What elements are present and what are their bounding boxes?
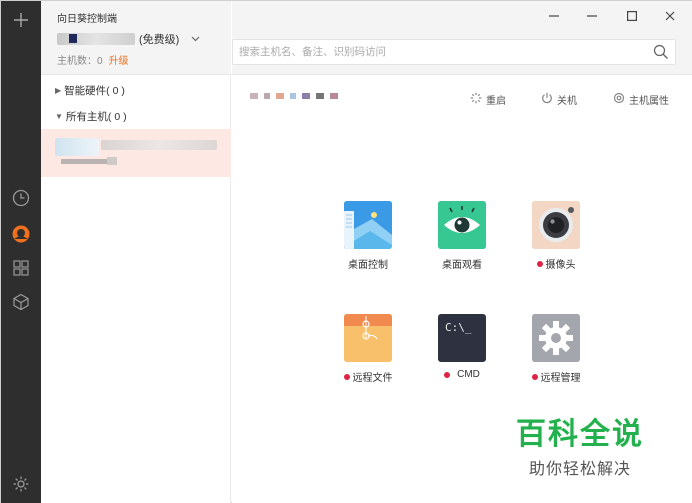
host-name-redacted [101, 140, 217, 150]
host-status-redacted [107, 157, 117, 165]
tile-label-text: 桌面控制 [348, 260, 388, 271]
clock-icon[interactable] [10, 187, 32, 209]
tile-label-text: CMD [457, 369, 480, 380]
search-box [232, 39, 676, 65]
status-dot [531, 373, 538, 380]
watermark-subtitle: 助你轻松解决 [528, 461, 631, 478]
terminal-prompt: C:\_ [445, 321, 472, 334]
terminal-icon: C:\_ [438, 314, 486, 362]
tile-label: CMD [432, 369, 492, 380]
group-smart-hardware[interactable]: ▶ 智能硬件( 0 ) [55, 83, 125, 98]
settings-icon[interactable] [10, 473, 32, 495]
close-button[interactable] [660, 7, 680, 25]
tile-label: 桌面控制 [338, 256, 398, 271]
search-icon[interactable] [653, 44, 669, 60]
remote-manage-tile[interactable]: 远程管理 [526, 314, 586, 384]
host-properties-button[interactable]: 主机属性 [613, 92, 669, 107]
tile-label-text: 桌面观看 [442, 260, 482, 271]
host-count: 主机数：0 升级 [57, 52, 129, 67]
cmd-tile[interactable]: C:\_ CMD [432, 314, 492, 380]
power-icon [541, 92, 553, 107]
left-rail [1, 1, 41, 503]
restart-icon [470, 92, 482, 107]
app-title: 向日葵控制端 [57, 14, 117, 25]
eye-icon [438, 201, 486, 249]
watermark-title: 百科全说 [516, 418, 644, 451]
shutdown-button[interactable]: 关机 [541, 92, 577, 107]
desktop-view-tile[interactable]: 桌面观看 [432, 201, 492, 271]
tile-label: 摄像头 [526, 256, 586, 271]
cube-icon[interactable] [10, 291, 32, 313]
restart-label: 重启 [486, 96, 506, 107]
plus-icon[interactable] [10, 9, 32, 31]
tile-label-text: 远程管理 [540, 373, 581, 384]
account-id-redacted [57, 33, 135, 45]
gear-icon [613, 92, 625, 107]
host-count-label: 主机数：0 [57, 56, 103, 67]
gear-icon [532, 314, 580, 362]
caret-right-icon: ▶ [55, 86, 62, 95]
caret-down-icon: ▼ [55, 112, 63, 121]
host-sidebar: 向日葵控制端 (免费级) 主机数：0 升级 ▶ 智能硬件( 0 ) ▼ 所有主机(… [41, 1, 231, 503]
desktop-control-tile[interactable]: 桌面控制 [338, 201, 398, 271]
account-selector[interactable]: (免费级) [57, 31, 200, 47]
remote-logo-icon[interactable] [10, 223, 32, 245]
group-label: 所有主机( 0 ) [65, 111, 127, 123]
status-dot [444, 371, 451, 378]
group-all-hosts[interactable]: ▼ 所有主机( 0 ) [55, 109, 127, 124]
host-properties-label: 主机属性 [629, 96, 669, 107]
tile-label: 远程文件 [338, 369, 398, 384]
restart-button[interactable]: 重启 [470, 92, 506, 107]
apps-grid-icon[interactable] [10, 257, 32, 279]
status-dot [343, 373, 350, 380]
tile-label-text: 摄像头 [545, 260, 576, 271]
search-input[interactable] [239, 44, 639, 60]
camera-icon [532, 201, 580, 249]
remote-files-tile[interactable]: 远程文件 [338, 314, 398, 384]
tile-label: 桌面观看 [432, 256, 492, 271]
account-tier: (免费级) [139, 34, 180, 46]
chevron-down-icon[interactable] [191, 34, 200, 45]
group-label: 智能硬件( 0 ) [64, 85, 125, 97]
host-thumbnail-redacted [55, 138, 99, 156]
tile-label-text: 远程文件 [352, 373, 393, 384]
tile-label: 远程管理 [526, 369, 586, 384]
app-window: 向日葵控制端 (免费级) 主机数：0 升级 ▶ 智能硬件( 0 ) ▼ 所有主机(… [0, 0, 692, 503]
status-dot [536, 260, 543, 267]
host-list-item[interactable] [41, 129, 231, 177]
upgrade-link[interactable]: 升级 [109, 56, 129, 67]
account-panel: 向日葵控制端 (免费级) 主机数：0 升级 [41, 1, 231, 75]
shutdown-label: 关机 [557, 96, 577, 107]
desktop-control-icon [344, 201, 392, 249]
title-bar [232, 1, 692, 75]
watermark: 百科全说 助你轻松解决 [516, 409, 644, 479]
maximize-button[interactable] [622, 7, 642, 25]
device-id-redacted [250, 93, 338, 99]
folder-zip-icon [344, 314, 392, 362]
camera-tile[interactable]: 摄像头 [526, 201, 586, 271]
minimize-button[interactable] [544, 7, 564, 25]
restore-button[interactable] [582, 7, 602, 25]
